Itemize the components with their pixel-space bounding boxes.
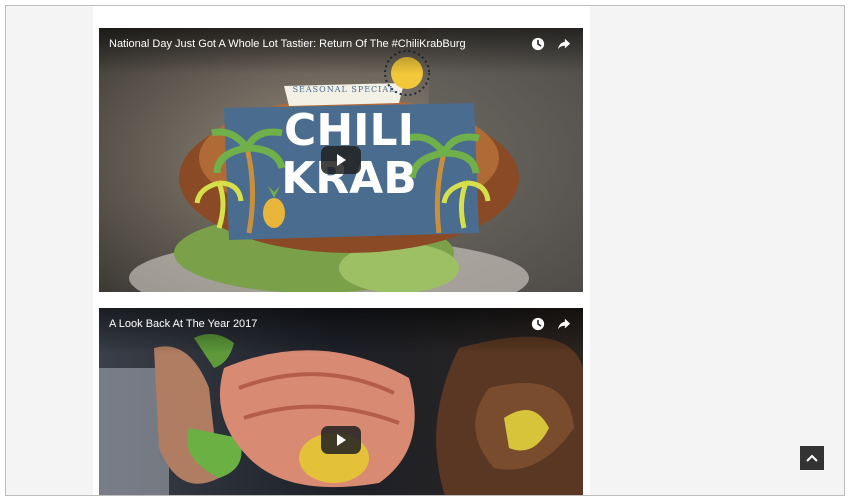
video-title[interactable]: A Look Back At The Year 2017 bbox=[99, 308, 583, 354]
play-button[interactable] bbox=[321, 146, 361, 174]
watch-later-icon[interactable] bbox=[531, 37, 545, 51]
watch-later-icon[interactable] bbox=[531, 317, 545, 331]
video-title[interactable]: National Day Just Got A Whole Lot Tastie… bbox=[99, 28, 583, 74]
share-icon[interactable] bbox=[557, 37, 571, 51]
chevron-up-icon bbox=[806, 454, 818, 462]
video-actions bbox=[531, 37, 571, 51]
video-embed-year-2017[interactable]: A Look Back At The Year 2017 bbox=[99, 308, 583, 495]
back-to-top-button[interactable] bbox=[800, 446, 824, 470]
video-embed-chili-krab[interactable]: National Day Just Got A Whole Lot Tastie… bbox=[99, 28, 583, 292]
share-icon[interactable] bbox=[557, 317, 571, 331]
content-column: National Day Just Got A Whole Lot Tastie… bbox=[93, 6, 590, 495]
page-frame: National Day Just Got A Whole Lot Tastie… bbox=[5, 5, 845, 496]
thumbnail-banner-text: SEASONAL SPECIAL bbox=[292, 85, 396, 94]
video-actions bbox=[531, 317, 571, 331]
play-button[interactable] bbox=[321, 426, 361, 454]
